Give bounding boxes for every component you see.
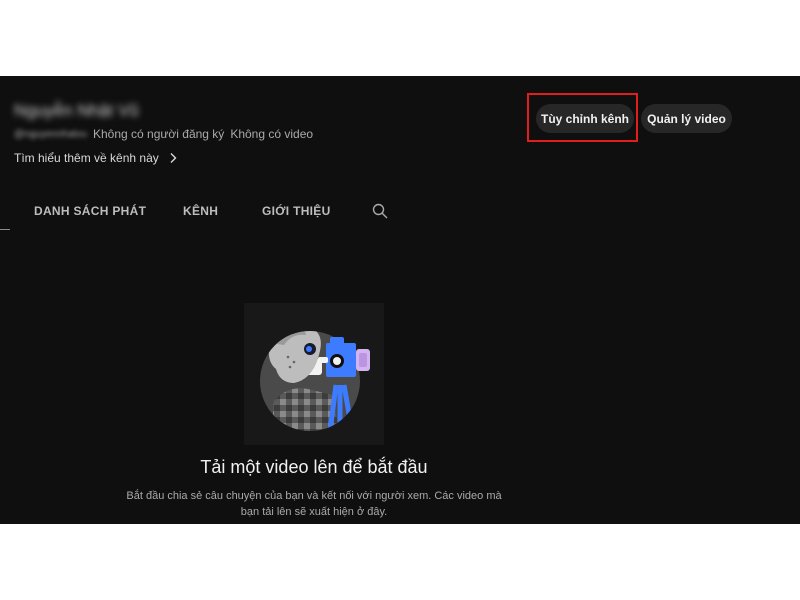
channel-page: Nguyễn Nhật Vũ @nguyennhatvu Không có ng… [0,76,800,524]
channel-tabs: DANH SÁCH PHÁT KÊNH GIỚI THIỆU [0,191,800,231]
tab-about[interactable]: GIỚI THIỆU [262,204,331,218]
camera-operator-illustration [244,303,384,445]
learn-more-link[interactable]: Tìm hiểu thêm về kênh này [14,151,179,165]
channel-handle: @nguyennhatvu [14,128,87,140]
learn-more-label: Tìm hiểu thêm về kênh này [14,151,159,165]
tab-underline [0,229,10,230]
manage-videos-button[interactable]: Quản lý video [641,104,732,133]
subscriber-count: Không có người đăng ký [92,127,225,141]
tab-channels[interactable]: KÊNH [183,204,218,218]
empty-state-title: Tải một video lên để bắt đầu [200,457,428,477]
channel-meta: @nguyennhatvu Không có người đăng ký Khô… [14,127,313,141]
tab-playlists[interactable]: DANH SÁCH PHÁT [34,204,146,218]
chevron-right-icon [170,153,177,163]
search-icon[interactable] [372,203,388,219]
illustration-graphic [260,331,370,431]
empty-state-description: Bắt đầu chia sẻ câu chuyện của bạn và kế… [126,490,502,518]
video-count: Không có video [230,127,314,141]
channel-name: Nguyễn Nhật Vũ [14,101,139,120]
customize-channel-button[interactable]: Tùy chỉnh kênh [536,104,634,133]
